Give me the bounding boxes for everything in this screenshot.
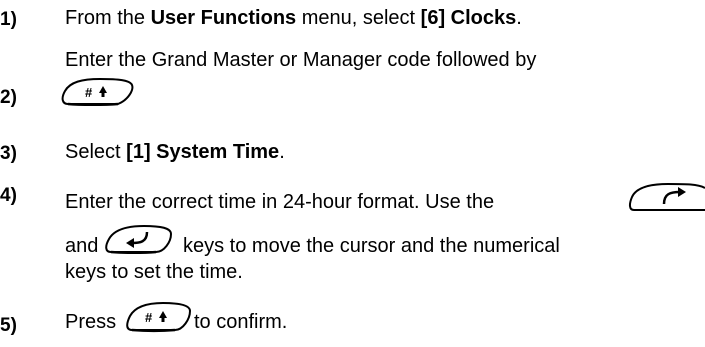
step-1: 1) From the User Functions menu, select … [0,6,705,34]
svg-text:#: # [85,85,93,100]
step-text-line-3: keys to set the time. [65,261,243,283]
hash-arrow-key-icon: # [125,300,193,334]
step-number: 3) [0,143,17,164]
step-number: 2) [0,87,17,108]
step-text: Select [1] System Time. [65,140,285,164]
step-text-part: From the [65,7,151,29]
step-text-end: to confirm. [194,311,288,333]
step-text-line-2-start: and [65,235,99,257]
step-text-start: Press [65,311,117,333]
step-text: From the User Functions menu, select [6]… [65,6,522,30]
step-text-part: . [279,141,285,163]
left-arrow-key-icon [104,222,174,256]
step-text-line-1: Enter the correct time in 24-hour format… [65,191,495,213]
step-number: 4) [0,185,17,206]
svg-text:#: # [145,310,153,325]
step-number: 5) [0,315,17,336]
step-number: 1) [0,9,17,30]
right-arrow-key-icon [628,180,705,214]
step-2: 2) Enter the Grand Master or Manager cod… [0,48,705,108]
step-5: 5) Press # to confirm. [0,300,705,344]
step-4: 4) Enter the correct time in 24-hour for… [0,182,705,284]
menu-option: [6] Clocks [420,7,517,29]
step-text: Enter the Grand Master or Manager code f… [65,49,537,71]
hash-arrow-key-icon: # [60,76,136,108]
menu-option: [1] System Time [126,141,280,163]
step-text-line-2-end: keys to move the cursor and the numerica… [183,235,560,257]
step-text-part: menu, select [296,7,421,29]
step-3: 3) Select [1] System Time. [0,140,705,168]
menu-name: User Functions [150,7,297,29]
step-text-part: Select [65,141,127,163]
step-text-part: . [516,7,522,29]
